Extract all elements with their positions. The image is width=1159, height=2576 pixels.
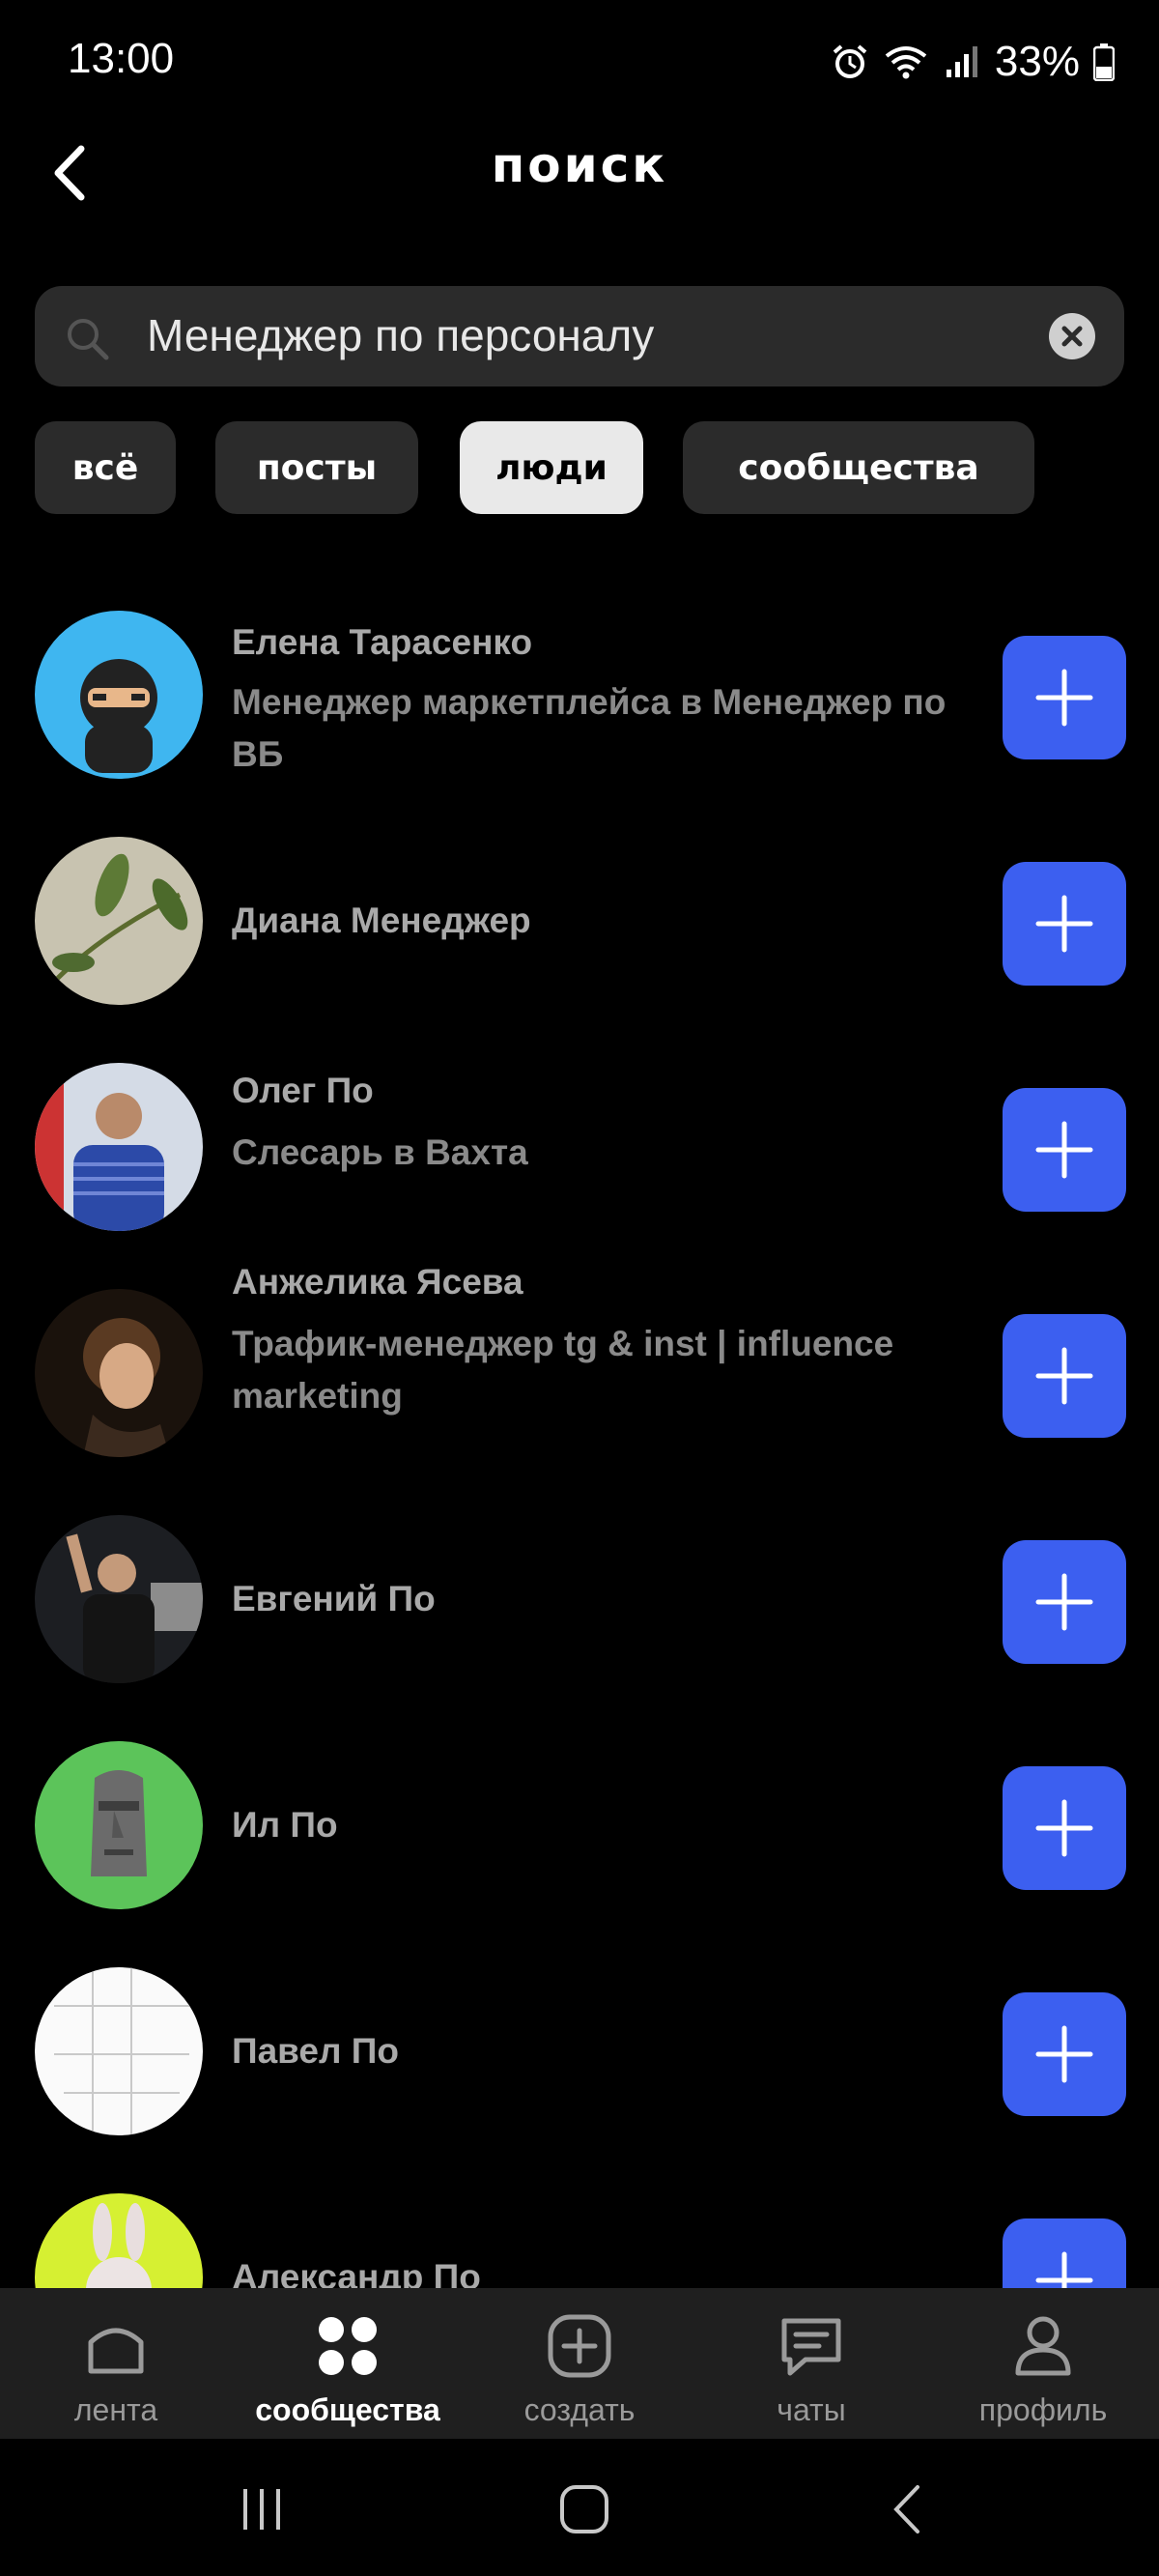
sketch-image-icon [54, 1967, 189, 2135]
clear-search-button[interactable] [1049, 313, 1095, 359]
avatar [35, 1741, 203, 1909]
bottom-nav: лента сообщества создать чаты профиль [0, 2288, 1159, 2439]
avatar [35, 1515, 203, 1683]
user-name: Александр По [232, 2257, 481, 2288]
search-icon [68, 319, 109, 360]
tab-all[interactable]: всё [35, 421, 176, 514]
user-subtitle: Трафик-менеджер tg & inst | influence ma… [232, 1324, 894, 1416]
results-list: Елена Тарасенко Менеджер маркетплейса в … [0, 580, 1159, 2288]
plus-square-icon [548, 2314, 611, 2378]
plus-icon [1035, 895, 1093, 953]
woman-photo-icon [83, 1318, 170, 1457]
plus-icon [1035, 1121, 1093, 1179]
plant-photo-icon [52, 853, 188, 984]
search-input[interactable]: Менеджер по персоналу [147, 309, 654, 361]
user-subtitle: Слесарь в Вахта [232, 1132, 528, 1172]
close-icon [1061, 326, 1083, 347]
list-item[interactable]: Диана Менеджер [0, 806, 1159, 1032]
ninja-emoji-icon [80, 659, 157, 773]
nav-label: профиль [978, 2392, 1108, 2427]
list-item[interactable]: Елена Тарасенко Менеджер маркетплейса в … [0, 580, 1159, 806]
user-name: Елена Тарасенко [232, 622, 533, 662]
alarm-icon [833, 44, 867, 78]
avatar [35, 1289, 203, 1457]
rabbit-image-icon [86, 2203, 152, 2288]
recent-apps-icon[interactable] [238, 2485, 286, 2533]
nav-label: лента [73, 2392, 158, 2427]
page-title: поиск [491, 137, 668, 193]
plus-icon [1035, 669, 1093, 727]
tab-people[interactable]: люди [460, 421, 643, 514]
add-friend-button[interactable] [1003, 1766, 1126, 1890]
home-icon [88, 2328, 144, 2374]
status-time: 13:00 [68, 35, 175, 82]
tab-communities[interactable]: сообщества [683, 421, 1034, 514]
user-icon [1015, 2316, 1071, 2376]
add-friend-button[interactable] [1003, 1088, 1126, 1212]
user-subtitle: Менеджер маркетплейса в Менеджер по ВБ [232, 682, 947, 774]
user-name: Анжелика Ясева [232, 1262, 523, 1302]
nav-label: создать [523, 2392, 636, 2427]
avatar [35, 1967, 203, 2135]
wifi-icon [885, 46, 927, 79]
home-button-icon[interactable] [558, 2483, 610, 2535]
battery-icon [1093, 43, 1115, 81]
nav-item-create[interactable]: создать [464, 2288, 695, 2439]
plus-icon [1035, 2025, 1093, 2083]
avatar [35, 1063, 203, 1231]
list-item[interactable]: Евгений По [0, 1484, 1159, 1710]
add-friend-button[interactable] [1003, 1314, 1126, 1438]
avatar [35, 837, 203, 1005]
user-name: Евгений По [232, 1579, 436, 1618]
avatar [35, 2193, 203, 2288]
nav-item-communities[interactable]: сообщества [232, 2288, 464, 2439]
status-icons: 33% [831, 35, 1115, 89]
search-bar[interactable]: Менеджер по персоналу [35, 286, 1124, 386]
user-name: Павел По [232, 2031, 399, 2071]
plus-icon [1035, 1347, 1093, 1405]
list-item[interactable]: Александр По [0, 2162, 1159, 2288]
plus-icon [1035, 2251, 1093, 2288]
list-item[interactable]: Анжелика Ясева Трафик-менеджер tg & inst… [0, 1258, 1159, 1484]
plus-icon [1035, 1799, 1093, 1857]
user-name: Олег По [232, 1071, 374, 1110]
plus-icon [1035, 1573, 1093, 1631]
man-photo-icon [35, 1063, 164, 1231]
nav-item-chats[interactable]: чаты [695, 2288, 927, 2439]
moai-emoji-icon [91, 1770, 147, 1876]
add-friend-button[interactable] [1003, 636, 1126, 759]
nav-item-feed[interactable]: лента [0, 2288, 232, 2439]
chat-icon [781, 2318, 841, 2376]
tab-posts[interactable]: посты [215, 421, 418, 514]
nav-label: сообщества [255, 2392, 440, 2427]
man-night-photo-icon [66, 1533, 203, 1683]
header: поиск [0, 126, 1159, 232]
add-friend-button[interactable] [1003, 862, 1126, 986]
add-friend-button[interactable] [1003, 2218, 1126, 2288]
add-friend-button[interactable] [1003, 1992, 1126, 2116]
nav-item-profile[interactable]: профиль [927, 2288, 1159, 2439]
nav-label: чаты [777, 2392, 846, 2427]
list-item[interactable]: Павел По [0, 1936, 1159, 2162]
battery-level: 33% [994, 38, 1080, 85]
list-item[interactable]: Олег По Слесарь в Вахта [0, 1032, 1159, 1258]
add-friend-button[interactable] [1003, 1540, 1126, 1664]
grid-icon [319, 2317, 377, 2375]
user-name: Ил По [232, 1805, 338, 1845]
status-bar: 13:00 33% [0, 0, 1159, 126]
system-back-icon[interactable] [889, 2483, 927, 2535]
signal-icon [946, 46, 977, 77]
system-navigation [0, 2439, 1159, 2576]
list-item[interactable]: Ил По [0, 1710, 1159, 1936]
user-name: Диана Менеджер [232, 901, 531, 940]
avatar [35, 611, 203, 779]
